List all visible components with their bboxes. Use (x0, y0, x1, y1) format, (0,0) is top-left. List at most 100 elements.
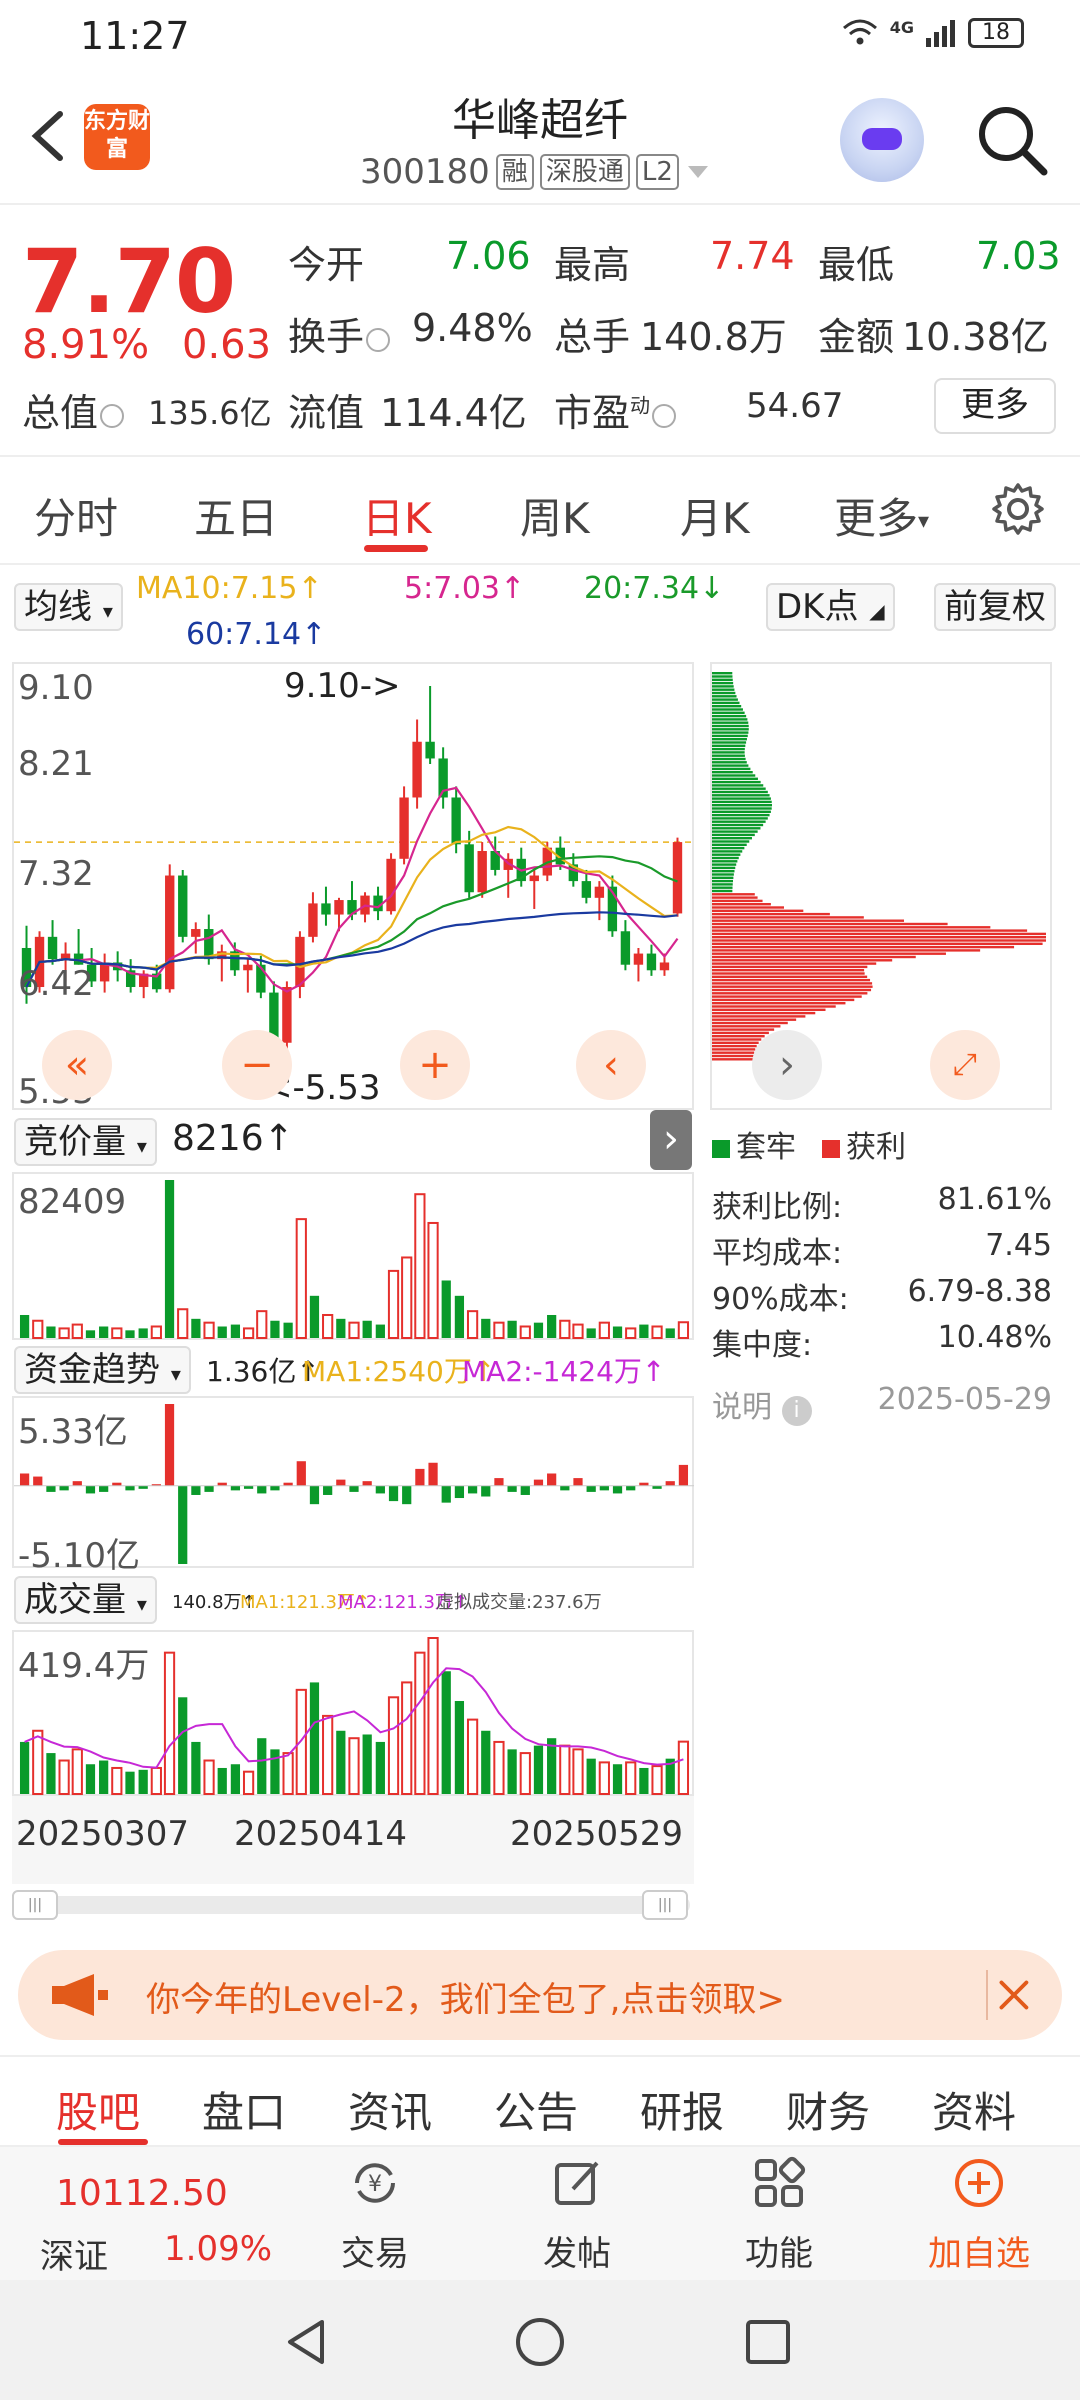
tab-orderbook[interactable]: 盘口 (202, 2079, 286, 2140)
fund-bar (336, 1479, 346, 1486)
volume-select[interactable]: 成交量 ▾ (14, 1576, 157, 1624)
gear-icon[interactable] (990, 481, 1046, 537)
info-icon[interactable] (652, 403, 677, 428)
tab-daily-k[interactable]: 日K (362, 485, 432, 546)
dk-point-select[interactable]: DK点 ◢ (766, 583, 895, 631)
volume-bar (677, 1740, 690, 1795)
candle (633, 953, 644, 965)
fund-trend-select[interactable]: 资金趋势 ▾ (14, 1346, 191, 1394)
dropdown-triangle-icon[interactable] (685, 162, 711, 182)
scroll-left-fast-icon[interactable]: « (42, 1030, 112, 1100)
volume-bar (348, 1737, 360, 1795)
auction-select[interactable]: 竞价量 ▾ (14, 1118, 157, 1166)
scroll-left-icon[interactable]: ‹ (576, 1030, 646, 1100)
chip-bar (712, 721, 749, 724)
volume-bar (217, 1767, 227, 1794)
adjust-select[interactable]: 前复权 (934, 583, 1056, 631)
volume-chart-panel[interactable]: 419.4万 (12, 1630, 694, 1796)
chip-bar (712, 985, 873, 988)
chip-bar (712, 959, 893, 962)
tab-profile[interactable]: 资料 (932, 2079, 1016, 2140)
chip-bar (712, 939, 1046, 942)
chip-bar (712, 695, 737, 698)
index-ticker[interactable]: 10112.50 深证 1.09% (0, 2147, 272, 2277)
fund-bar (428, 1462, 438, 1486)
nav-back-icon[interactable] (282, 2316, 332, 2368)
fund-axis-max: 5.33亿 (18, 1412, 128, 1452)
volume-bar (572, 1748, 584, 1795)
volume-bar (427, 1637, 439, 1795)
tab-news[interactable]: 资讯 (348, 2079, 432, 2140)
candle (386, 858, 396, 912)
collapse-arrow-icon[interactable]: › (650, 1110, 692, 1170)
fund-bar (46, 1485, 56, 1492)
promo-banner[interactable]: 你今年的Level-2，我们全包了,点击领取> (18, 1950, 1062, 2040)
auction-chart-panel[interactable]: 82409 (12, 1172, 694, 1340)
info-icon[interactable] (366, 327, 391, 352)
auction-bar (572, 1323, 584, 1339)
chip-bar (712, 734, 748, 738)
nav-recents-icon[interactable] (744, 2318, 792, 2366)
features-button[interactable]: 功能 (704, 2155, 854, 2275)
add-watchlist-button[interactable]: 加自选 (904, 2155, 1054, 2275)
chip-bar (712, 860, 738, 863)
nav-home-icon[interactable] (514, 2316, 566, 2368)
close-icon[interactable] (986, 1970, 1036, 2020)
note-row[interactable]: 说明 i 2025-05-29 (712, 1382, 1052, 1426)
robot-assistant-icon[interactable] (840, 98, 924, 182)
info-icon: i (781, 1396, 812, 1426)
fund-bar (99, 1485, 109, 1492)
fund-trend-chart-panel[interactable]: 5.33亿 -5.10亿 (12, 1396, 694, 1576)
chip-bar (712, 837, 752, 840)
auction-bar (177, 1308, 189, 1340)
range-handle-left[interactable]: ||| (12, 1890, 58, 1920)
chip-bar (712, 784, 764, 787)
chip-bar (712, 926, 991, 929)
volume-bar (270, 1749, 280, 1794)
volume-bar (466, 1718, 479, 1795)
info-icon[interactable] (100, 403, 125, 428)
chip-bar (712, 866, 736, 870)
zoom-in-icon[interactable]: + (400, 1030, 470, 1100)
tab-financials[interactable]: 财务 (786, 2079, 870, 2140)
kline-chart-panel[interactable]: 9.10 8.21 7.32 6.42 5.53 9.10-> <-5.53 «… (12, 662, 694, 1112)
candle (334, 900, 344, 915)
post-button[interactable]: 发帖 (502, 2155, 652, 2275)
volume-bar (481, 1730, 491, 1794)
tab-monthly-k[interactable]: 月K (680, 485, 750, 546)
fund-bar (19, 1473, 30, 1486)
chip-bar (712, 800, 772, 804)
fund-bar (599, 1485, 609, 1491)
promo-text[interactable]: 你今年的Level-2，我们全包了,点击领取> (146, 1972, 785, 2021)
search-icon[interactable] (972, 100, 1052, 180)
tab-weekly-k[interactable]: 周K (520, 485, 590, 546)
fund-bar (481, 1485, 491, 1497)
indicator-select[interactable]: 均线 ▾ (14, 583, 123, 631)
range-scrollbar[interactable]: ||| ||| (12, 1890, 690, 1920)
zoom-out-icon[interactable]: − (222, 1030, 292, 1100)
chip-bar (712, 919, 905, 922)
volume-bar (150, 1766, 162, 1795)
volume-bar (257, 1738, 267, 1794)
tab-announcements[interactable]: 公告 (494, 2079, 578, 2140)
scroll-right-icon[interactable]: › (752, 1030, 822, 1100)
tab-more[interactable]: 更多▾ (834, 485, 929, 546)
tab-forum[interactable]: 股吧 (56, 2079, 140, 2140)
chip-distribution-panel[interactable]: › ⤢ (710, 662, 1052, 1110)
cost90-row: 90%成本: 6.79-8.38 (712, 1274, 1052, 1317)
chip-bar (712, 698, 738, 701)
range-handle-right[interactable]: ||| (642, 1890, 688, 1920)
expand-icon[interactable]: ⤢ (930, 1030, 1000, 1100)
chip-bar (712, 794, 770, 797)
trade-button[interactable]: ¥ 交易 (300, 2155, 450, 2275)
chip-bar (712, 804, 773, 807)
more-button[interactable]: 更多 (934, 378, 1056, 434)
chip-bar (712, 751, 745, 754)
amount-label: 金额 (818, 315, 895, 359)
candle (672, 842, 683, 914)
tab-research[interactable]: 研报 (640, 2079, 724, 2140)
auction-bar (58, 1327, 70, 1339)
tab-intraday[interactable]: 分时 (34, 485, 118, 546)
caret-down-icon: ▾ (102, 599, 113, 623)
tab-five-day[interactable]: 五日 (194, 485, 278, 546)
